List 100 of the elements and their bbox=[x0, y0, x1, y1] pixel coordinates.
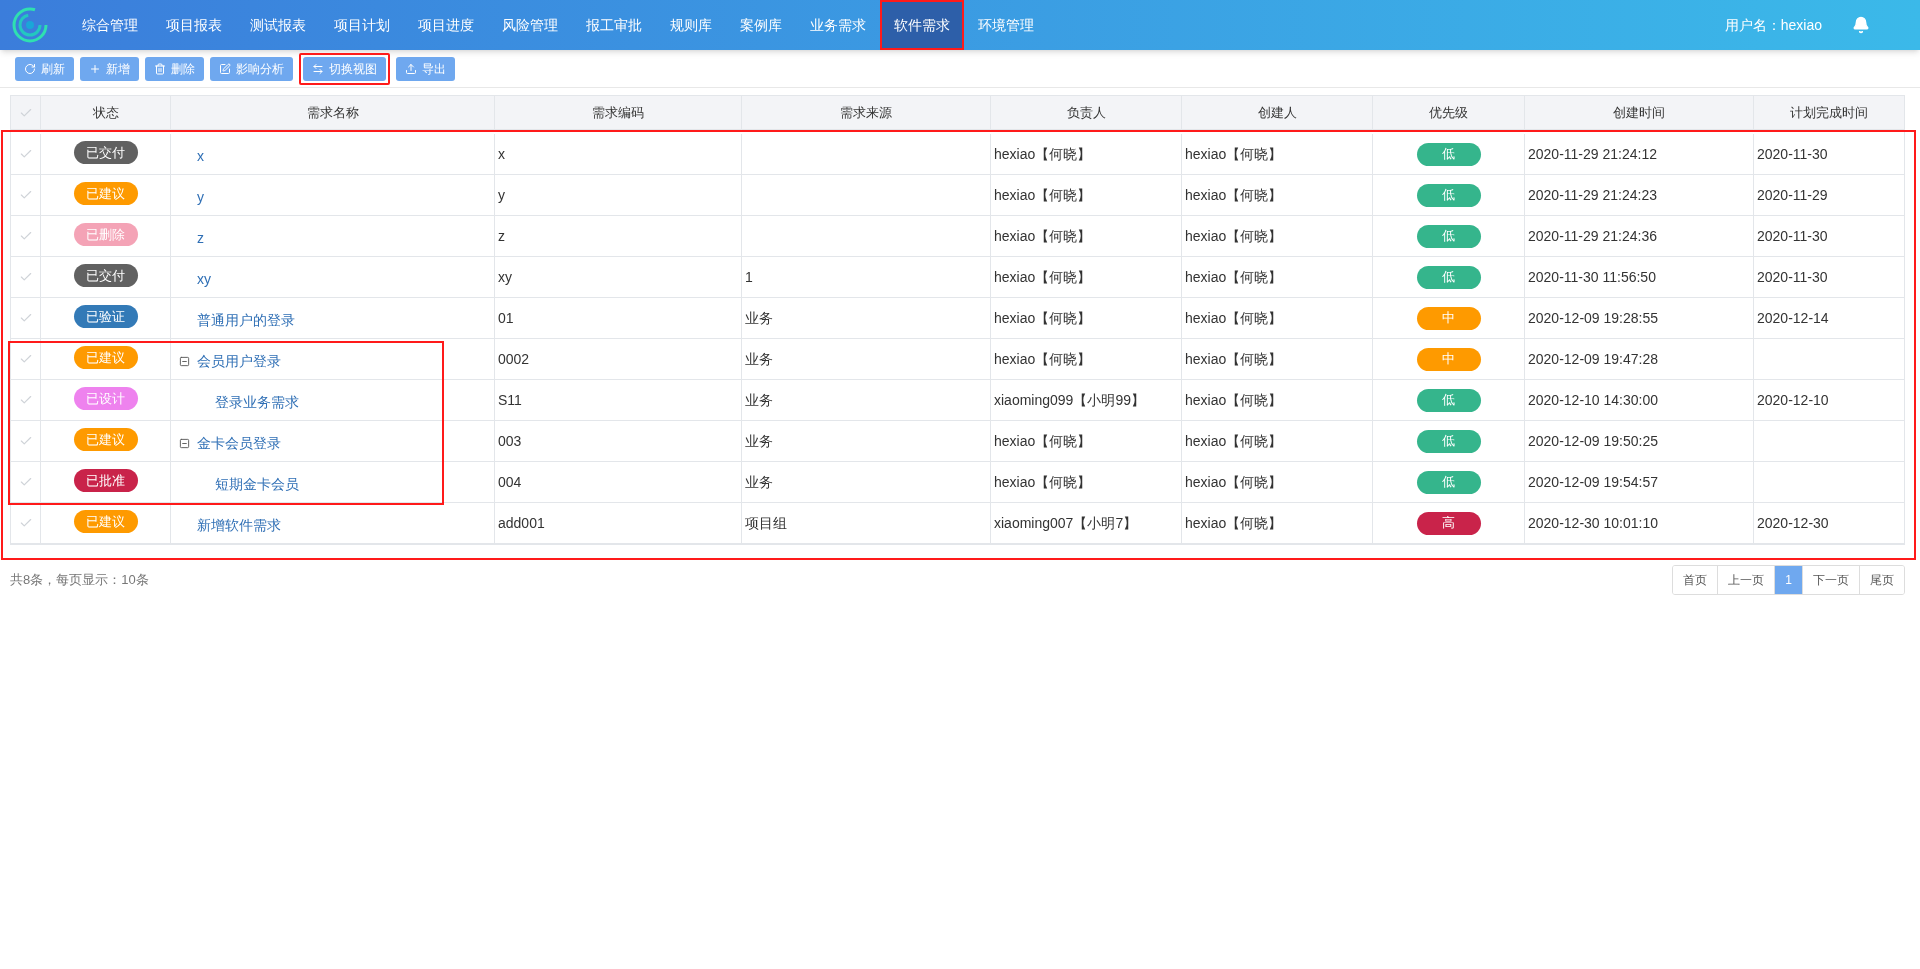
table-cell-text: x bbox=[498, 144, 505, 164]
priority-tag: 低 bbox=[1416, 470, 1481, 494]
table-cell-text: hexiao【何晓】 bbox=[1185, 472, 1283, 492]
upload-icon bbox=[405, 63, 417, 75]
table-cell-text: hexiao【何晓】 bbox=[1185, 144, 1283, 164]
check-icon[interactable] bbox=[18, 311, 33, 325]
table-cell-text: hexiao【何晓】 bbox=[994, 431, 1092, 451]
table-cell-text: y bbox=[498, 185, 505, 205]
check-icon[interactable] bbox=[18, 147, 33, 161]
column-header: 状态 bbox=[92, 103, 119, 122]
requirement-link[interactable]: 登录业务需求 bbox=[215, 392, 299, 413]
pagination-button[interactable]: 1 bbox=[1775, 566, 1803, 594]
nav-tab[interactable]: 风险管理 bbox=[488, 0, 572, 50]
table-cell-text: hexiao【何晓】 bbox=[994, 185, 1092, 205]
status-tag: 已建议 bbox=[73, 346, 138, 369]
column-header: 创建时间 bbox=[1613, 103, 1665, 122]
table-cell-text: 项目组 bbox=[745, 513, 787, 533]
nav-tab[interactable]: 环境管理 bbox=[964, 0, 1048, 50]
table-cell-text: hexiao【何晓】 bbox=[1185, 513, 1283, 533]
table-cell-text: hexiao【何晓】 bbox=[1185, 390, 1283, 410]
nav-tab[interactable]: 综合管理 bbox=[68, 0, 152, 50]
priority-tag: 低 bbox=[1416, 142, 1481, 166]
priority-tag: 低 bbox=[1416, 388, 1481, 412]
pagination-summary: 共8条，每页显示：10条 bbox=[10, 571, 149, 590]
nav-tab[interactable]: 项目进度 bbox=[404, 0, 488, 50]
collapse-icon[interactable] bbox=[179, 356, 190, 367]
table-cell-text: 003 bbox=[498, 431, 522, 451]
table-cell-text: 2020-12-09 19:50:25 bbox=[1528, 431, 1658, 451]
table-cell-text: hexiao【何晓】 bbox=[1185, 349, 1283, 369]
requirement-link[interactable]: 会员用户登录 bbox=[197, 351, 281, 372]
priority-tag: 中 bbox=[1416, 347, 1481, 371]
pagination-button[interactable]: 首页 bbox=[1673, 566, 1719, 594]
requirement-link[interactable]: z bbox=[197, 228, 204, 249]
check-icon[interactable] bbox=[18, 229, 33, 243]
check-icon[interactable] bbox=[18, 516, 33, 530]
table-cell-text: hexiao【何晓】 bbox=[1185, 226, 1283, 246]
table-cell-text: hexiao【何晓】 bbox=[994, 144, 1092, 164]
toolbar-button[interactable]: 新增 bbox=[80, 57, 139, 81]
requirement-link[interactable]: 普通用户的登录 bbox=[197, 310, 295, 331]
table-cell-text: xiaoming099【小明99】 bbox=[994, 390, 1145, 410]
table-cell-text: 1 bbox=[745, 267, 753, 287]
requirement-link[interactable]: 短期金卡会员 bbox=[215, 474, 299, 495]
column-header: 需求来源 bbox=[840, 103, 892, 122]
table-cell-text: hexiao【何晓】 bbox=[994, 472, 1092, 492]
nav-tab[interactable]: 项目报表 bbox=[152, 0, 236, 50]
check-icon[interactable] bbox=[18, 188, 33, 202]
nav-tab[interactable]: 业务需求 bbox=[796, 0, 880, 50]
requirement-link[interactable]: y bbox=[197, 187, 204, 208]
notification-bell-icon[interactable] bbox=[1852, 16, 1870, 34]
nav-tab[interactable]: 项目计划 bbox=[320, 0, 404, 50]
priority-tag: 低 bbox=[1416, 224, 1481, 248]
toolbar-button[interactable]: 影响分析 bbox=[210, 57, 293, 81]
check-icon[interactable] bbox=[18, 393, 33, 407]
swap-arrows-icon bbox=[312, 63, 324, 75]
check-icon[interactable] bbox=[18, 270, 33, 284]
table-cell-text: xiaoming007【小明7】 bbox=[994, 513, 1138, 533]
table-cell-text: 2020-12-09 19:47:28 bbox=[1528, 349, 1658, 369]
nav-tab[interactable]: 测试报表 bbox=[236, 0, 320, 50]
table-cell-text: 2020-11-29 21:24:36 bbox=[1528, 226, 1657, 246]
table-cell-text: 2020-11-30 bbox=[1757, 226, 1828, 246]
toolbar-button[interactable]: 删除 bbox=[145, 57, 204, 81]
column-header: 优先级 bbox=[1429, 103, 1468, 122]
table-cell-text: hexiao【何晓】 bbox=[1185, 431, 1283, 451]
table-cell-text: 2020-12-10 bbox=[1757, 390, 1829, 410]
table-cell-text: 01 bbox=[498, 308, 514, 328]
table-cell-text: 2020-11-30 11:56:50 bbox=[1528, 267, 1656, 287]
status-tag: 已批准 bbox=[73, 469, 138, 492]
priority-tag: 低 bbox=[1416, 183, 1481, 207]
table-cell-text: 2020-12-09 19:54:57 bbox=[1528, 472, 1658, 492]
table-cell-text: S11 bbox=[498, 390, 522, 410]
table-cell-text: hexiao【何晓】 bbox=[1185, 308, 1283, 328]
requirement-link[interactable]: 金卡会员登录 bbox=[197, 433, 281, 454]
logo-icon[interactable] bbox=[12, 7, 48, 43]
table-cell-text: 2020-12-30 bbox=[1757, 513, 1829, 533]
nav-tab[interactable]: 软件需求 bbox=[880, 0, 964, 50]
refresh-icon bbox=[24, 63, 36, 75]
collapse-icon[interactable] bbox=[179, 438, 190, 449]
check-icon[interactable] bbox=[18, 434, 33, 448]
requirement-link[interactable]: x bbox=[197, 146, 204, 167]
column-header: 计划完成时间 bbox=[1790, 103, 1868, 122]
nav-tab[interactable]: 案例库 bbox=[726, 0, 796, 50]
check-icon[interactable] bbox=[18, 352, 33, 366]
status-tag: 已验证 bbox=[73, 305, 138, 328]
table-cell-text: 2020-12-14 bbox=[1757, 308, 1829, 328]
table-cell-text: xy bbox=[498, 267, 512, 287]
status-tag: 已建议 bbox=[73, 510, 138, 533]
requirement-link[interactable]: xy bbox=[197, 269, 211, 290]
toolbar-button[interactable]: 刷新 bbox=[15, 57, 74, 81]
nav-tab[interactable]: 规则库 bbox=[656, 0, 726, 50]
plus-icon bbox=[89, 63, 101, 75]
table-cell-text: 2020-11-29 21:24:23 bbox=[1528, 185, 1657, 205]
check-icon[interactable] bbox=[18, 475, 33, 489]
toolbar-button[interactable]: 导出 bbox=[396, 57, 455, 81]
priority-tag: 低 bbox=[1416, 265, 1481, 289]
nav-tab[interactable]: 报工审批 bbox=[572, 0, 656, 50]
table-cell-text: 2020-11-29 21:24:12 bbox=[1528, 144, 1657, 164]
table-cell-text: hexiao【何晓】 bbox=[1185, 267, 1283, 287]
toolbar-button[interactable]: 切换视图 bbox=[303, 57, 386, 81]
requirement-link[interactable]: 新增软件需求 bbox=[197, 515, 281, 536]
column-header: 负责人 bbox=[1066, 103, 1106, 122]
